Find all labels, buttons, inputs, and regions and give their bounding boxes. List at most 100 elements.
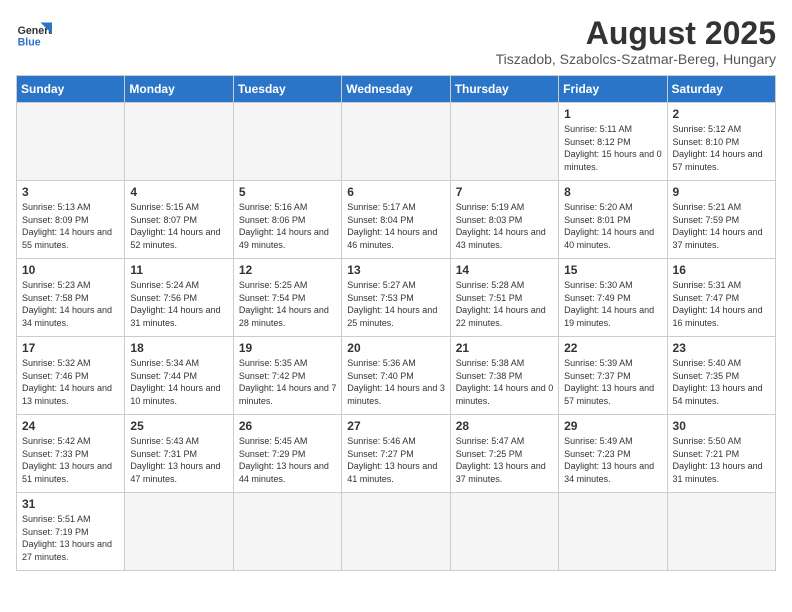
week-row-2: 10 Sunrise: 5:23 AM Sunset: 7:58 PM Dayli… <box>17 259 776 337</box>
weekday-header-row: SundayMondayTuesdayWednesdayThursdayFrid… <box>17 76 776 103</box>
calendar-cell: 8 Sunrise: 5:20 AM Sunset: 8:01 PM Daylig… <box>559 181 667 259</box>
day-info: Sunrise: 5:51 AM Sunset: 7:19 PM Dayligh… <box>22 513 120 563</box>
day-number: 28 <box>456 419 554 433</box>
day-number: 4 <box>130 185 228 199</box>
calendar-cell: 28 Sunrise: 5:47 AM Sunset: 7:25 PM Dayli… <box>450 415 558 493</box>
day-number: 8 <box>564 185 662 199</box>
calendar-cell: 30 Sunrise: 5:50 AM Sunset: 7:21 PM Dayli… <box>667 415 775 493</box>
svg-text:Blue: Blue <box>18 36 41 48</box>
day-number: 11 <box>130 263 228 277</box>
location-subtitle: Tiszadob, Szabolcs-Szatmar-Bereg, Hungar… <box>496 51 776 67</box>
weekday-header-friday: Friday <box>559 76 667 103</box>
day-number: 9 <box>673 185 771 199</box>
calendar-cell: 12 Sunrise: 5:25 AM Sunset: 7:54 PM Dayli… <box>233 259 341 337</box>
day-info: Sunrise: 5:47 AM Sunset: 7:25 PM Dayligh… <box>456 435 554 485</box>
day-number: 18 <box>130 341 228 355</box>
day-number: 1 <box>564 107 662 121</box>
calendar-cell: 22 Sunrise: 5:39 AM Sunset: 7:37 PM Dayli… <box>559 337 667 415</box>
day-info: Sunrise: 5:36 AM Sunset: 7:40 PM Dayligh… <box>347 357 445 407</box>
day-number: 31 <box>22 497 120 511</box>
calendar-cell: 16Sunrise: 5:31 AM Sunset: 7:47 PM Dayli… <box>667 259 775 337</box>
weekday-header-monday: Monday <box>125 76 233 103</box>
day-info: Sunrise: 5:21 AM Sunset: 7:59 PM Dayligh… <box>673 201 771 251</box>
day-number: 24 <box>22 419 120 433</box>
calendar-cell: 1 Sunrise: 5:11 AM Sunset: 8:12 PM Daylig… <box>559 103 667 181</box>
calendar-cell: 13 Sunrise: 5:27 AM Sunset: 7:53 PM Dayli… <box>342 259 450 337</box>
calendar-cell: 14 Sunrise: 5:28 AM Sunset: 7:51 PM Dayli… <box>450 259 558 337</box>
calendar-cell: 4 Sunrise: 5:15 AM Sunset: 8:07 PM Daylig… <box>125 181 233 259</box>
day-number: 20 <box>347 341 445 355</box>
day-info: Sunrise: 5:39 AM Sunset: 7:37 PM Dayligh… <box>564 357 662 407</box>
calendar-cell: 10 Sunrise: 5:23 AM Sunset: 7:58 PM Dayli… <box>17 259 125 337</box>
day-number: 3 <box>22 185 120 199</box>
calendar-cell: 20 Sunrise: 5:36 AM Sunset: 7:40 PM Dayli… <box>342 337 450 415</box>
weekday-header-tuesday: Tuesday <box>233 76 341 103</box>
day-info: Sunrise: 5:49 AM Sunset: 7:23 PM Dayligh… <box>564 435 662 485</box>
day-number: 22 <box>564 341 662 355</box>
day-info: Sunrise: 5:35 AM Sunset: 7:42 PM Dayligh… <box>239 357 337 407</box>
calendar-cell: 24Sunrise: 5:42 AM Sunset: 7:33 PM Dayli… <box>17 415 125 493</box>
calendar-cell: 25 Sunrise: 5:43 AM Sunset: 7:31 PM Dayli… <box>125 415 233 493</box>
day-info: Sunrise: 5:32 AM Sunset: 7:46 PM Dayligh… <box>22 357 120 407</box>
day-number: 12 <box>239 263 337 277</box>
calendar-cell: 5Sunrise: 5:16 AM Sunset: 8:06 PM Daylig… <box>233 181 341 259</box>
calendar-cell <box>667 493 775 571</box>
day-info: Sunrise: 5:24 AM Sunset: 7:56 PM Dayligh… <box>130 279 228 329</box>
calendar-cell <box>342 493 450 571</box>
logo: General Blue <box>16 16 52 52</box>
day-number: 10 <box>22 263 120 277</box>
day-number: 13 <box>347 263 445 277</box>
day-info: Sunrise: 5:43 AM Sunset: 7:31 PM Dayligh… <box>130 435 228 485</box>
day-info: Sunrise: 5:45 AM Sunset: 7:29 PM Dayligh… <box>239 435 337 485</box>
day-number: 2 <box>673 107 771 121</box>
day-info: Sunrise: 5:31 AM Sunset: 7:47 PM Dayligh… <box>673 279 771 329</box>
calendar-cell: 23Sunrise: 5:40 AM Sunset: 7:35 PM Dayli… <box>667 337 775 415</box>
page-container: General Blue August 2025 Tiszadob, Szabo… <box>16 16 776 571</box>
weekday-header-saturday: Saturday <box>667 76 775 103</box>
weekday-header-thursday: Thursday <box>450 76 558 103</box>
day-info: Sunrise: 5:38 AM Sunset: 7:38 PM Dayligh… <box>456 357 554 407</box>
day-info: Sunrise: 5:23 AM Sunset: 7:58 PM Dayligh… <box>22 279 120 329</box>
day-info: Sunrise: 5:20 AM Sunset: 8:01 PM Dayligh… <box>564 201 662 251</box>
calendar-cell: 11 Sunrise: 5:24 AM Sunset: 7:56 PM Dayli… <box>125 259 233 337</box>
day-info: Sunrise: 5:25 AM Sunset: 7:54 PM Dayligh… <box>239 279 337 329</box>
title-area: August 2025 Tiszadob, Szabolcs-Szatmar-B… <box>496 16 776 67</box>
calendar-cell <box>233 103 341 181</box>
day-number: 27 <box>347 419 445 433</box>
month-year-title: August 2025 <box>496 16 776 51</box>
calendar-cell <box>450 103 558 181</box>
day-number: 26 <box>239 419 337 433</box>
day-number: 21 <box>456 341 554 355</box>
day-info: Sunrise: 5:13 AM Sunset: 8:09 PM Dayligh… <box>22 201 120 251</box>
header: General Blue August 2025 Tiszadob, Szabo… <box>16 16 776 67</box>
day-info: Sunrise: 5:27 AM Sunset: 7:53 PM Dayligh… <box>347 279 445 329</box>
weekday-header-sunday: Sunday <box>17 76 125 103</box>
day-info: Sunrise: 5:16 AM Sunset: 8:06 PM Dayligh… <box>239 201 337 251</box>
day-info: Sunrise: 5:50 AM Sunset: 7:21 PM Dayligh… <box>673 435 771 485</box>
day-number: 7 <box>456 185 554 199</box>
week-row-0: 1 Sunrise: 5:11 AM Sunset: 8:12 PM Daylig… <box>17 103 776 181</box>
week-row-1: 3 Sunrise: 5:13 AM Sunset: 8:09 PM Daylig… <box>17 181 776 259</box>
day-info: Sunrise: 5:46 AM Sunset: 7:27 PM Dayligh… <box>347 435 445 485</box>
calendar-cell: 7Sunrise: 5:19 AM Sunset: 8:03 PM Daylig… <box>450 181 558 259</box>
day-number: 23 <box>673 341 771 355</box>
day-info: Sunrise: 5:11 AM Sunset: 8:12 PM Dayligh… <box>564 123 662 173</box>
day-number: 29 <box>564 419 662 433</box>
day-info: Sunrise: 5:28 AM Sunset: 7:51 PM Dayligh… <box>456 279 554 329</box>
calendar-cell <box>559 493 667 571</box>
day-number: 17 <box>22 341 120 355</box>
day-number: 14 <box>456 263 554 277</box>
day-info: Sunrise: 5:34 AM Sunset: 7:44 PM Dayligh… <box>130 357 228 407</box>
day-info: Sunrise: 5:15 AM Sunset: 8:07 PM Dayligh… <box>130 201 228 251</box>
calendar-cell: 27 Sunrise: 5:46 AM Sunset: 7:27 PM Dayli… <box>342 415 450 493</box>
day-number: 30 <box>673 419 771 433</box>
week-row-3: 17 Sunrise: 5:32 AM Sunset: 7:46 PM Dayli… <box>17 337 776 415</box>
calendar-cell: 17 Sunrise: 5:32 AM Sunset: 7:46 PM Dayli… <box>17 337 125 415</box>
calendar-cell <box>17 103 125 181</box>
calendar-cell: 26 Sunrise: 5:45 AM Sunset: 7:29 PM Dayli… <box>233 415 341 493</box>
day-info: Sunrise: 5:30 AM Sunset: 7:49 PM Dayligh… <box>564 279 662 329</box>
calendar-cell: 19Sunrise: 5:35 AM Sunset: 7:42 PM Dayli… <box>233 337 341 415</box>
calendar-cell: 6Sunrise: 5:17 AM Sunset: 8:04 PM Daylig… <box>342 181 450 259</box>
day-number: 25 <box>130 419 228 433</box>
weekday-header-wednesday: Wednesday <box>342 76 450 103</box>
